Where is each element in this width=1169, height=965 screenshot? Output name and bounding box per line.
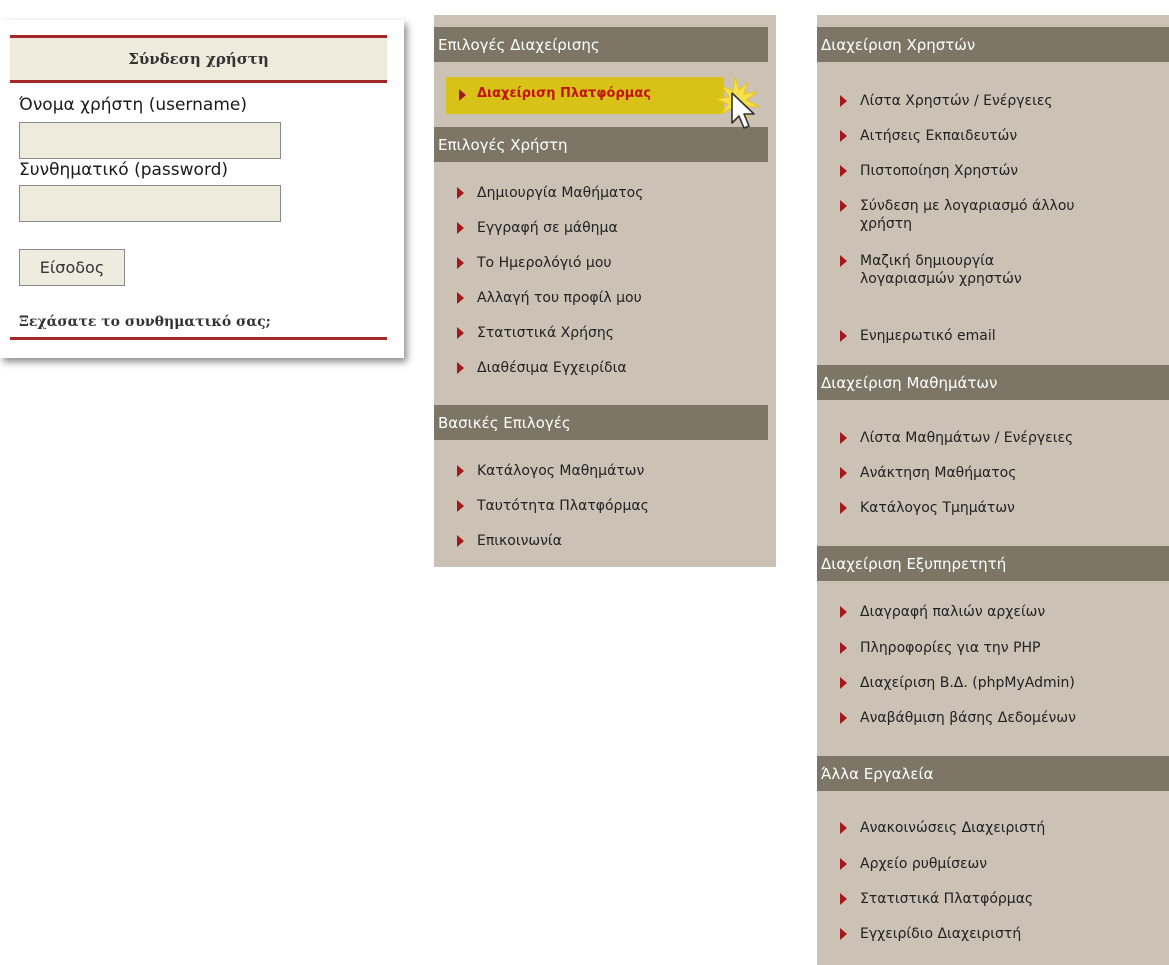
platform-admin-label: Διαχείριση Πλατφόρμας [477, 86, 651, 101]
arrow-icon [840, 95, 847, 107]
platform-admin-link[interactable]: Διαχείριση Πλατφόρμας [446, 77, 724, 114]
menu-item-platform-statistics[interactable]: Στατιστικά Πλατφόρμας [840, 890, 1033, 908]
basic-options-header: Βασικές Επιλογές [434, 405, 768, 440]
login-title: Σύνδεση χρήστη [128, 50, 269, 68]
menu-item-teacher-requests[interactable]: Αιτήσεις Εκπαιδευτών [840, 127, 1017, 145]
menu-item-course-restore[interactable]: Ανάκτηση Μαθήματος [840, 464, 1016, 482]
arrow-icon [840, 642, 847, 654]
other-tools-header: Άλλα Εργαλεία [817, 756, 1169, 791]
arrow-icon [840, 858, 847, 870]
arrow-icon [457, 500, 464, 512]
menu-item-admin-manual[interactable]: Εγχειρίδιο Διαχειριστή [840, 925, 1021, 943]
menu-item-my-calendar[interactable]: Το Ημερολόγιό μου [457, 254, 611, 272]
login-header: Σύνδεση χρήστη [10, 35, 387, 83]
menu-item-php-info[interactable]: Πληροφορίες για την PHP [840, 639, 1040, 657]
arrow-icon [840, 200, 847, 212]
mouse-pointer-icon [714, 76, 761, 129]
menu-item-admin-announcements[interactable]: Ανακοινώσεις Διαχειριστή [840, 819, 1045, 837]
menu-item-newsletter[interactable]: Ενημερωτικό email [840, 327, 996, 345]
arrow-icon [459, 89, 466, 101]
menu-item-department-catalog[interactable]: Κατάλογος Τμημάτων [840, 499, 1015, 517]
menu-item-usage-statistics[interactable]: Στατιστικά Χρήσης [457, 324, 614, 342]
menu-item-database-upgrade[interactable]: Αναβάθμιση βάσης Δεδομένων [840, 709, 1076, 727]
arrow-icon [457, 292, 464, 304]
arrow-icon [840, 130, 847, 142]
arrow-icon [840, 432, 847, 444]
menu-item-phpmyadmin[interactable]: Διαχείριση Β.Δ. (phpMyAdmin) [840, 674, 1075, 692]
menu-item-user-list[interactable]: Λίστα Χρηστών / Ενέργειες [840, 92, 1053, 110]
arrow-icon [457, 465, 464, 477]
arrow-icon [840, 893, 847, 905]
arrow-icon [457, 362, 464, 374]
password-label: Συνθηματικό (password) [19, 160, 229, 180]
forgot-password-link[interactable]: Ξεχάσατε το συνθηματικό σας; [19, 314, 271, 330]
arrow-icon [457, 187, 464, 199]
menu-item-course-list[interactable]: Λίστα Μαθημάτων / Ενέργειες [840, 429, 1073, 447]
password-input[interactable] [19, 185, 281, 222]
arrow-icon [457, 222, 464, 234]
menu-item-platform-identity[interactable]: Ταυτότητα Πλατφόρμας [457, 497, 649, 515]
server-admin-header: Διαχείριση Εξυπηρετητή [817, 546, 1169, 581]
login-panel: Σύνδεση χρήστη Όνομα χρήστη (username) Σ… [0, 20, 404, 358]
login-footer-divider [10, 337, 387, 340]
users-admin-header: Διαχείριση Χρηστών [817, 27, 1169, 62]
username-label: Όνομα χρήστη (username) [19, 95, 247, 115]
menu-item-config-file[interactable]: Αρχείο ρυθμίσεων [840, 855, 987, 873]
courses-admin-header: Διαχείριση Μαθημάτων [817, 365, 1169, 400]
menu-item-create-course[interactable]: Δημιουργία Μαθήματος [457, 184, 643, 202]
menu-item-contact[interactable]: Επικοινωνία [457, 532, 562, 550]
menu-item-edit-profile[interactable]: Αλλαγή του προφίλ μου [457, 289, 642, 307]
menu-item-bulk-user-creation[interactable]: Μαζική δημιουργία λογαριασμών χρηστών [840, 252, 1022, 288]
arrow-icon [840, 712, 847, 724]
username-input[interactable] [19, 122, 281, 159]
arrow-icon [840, 677, 847, 689]
arrow-icon [840, 330, 847, 342]
arrow-icon [840, 928, 847, 940]
arrow-icon [840, 467, 847, 479]
menu-item-login-as-user[interactable]: Σύνδεση με λογαριασμό άλλου χρήστη [840, 197, 1075, 233]
login-button[interactable]: Είσοδος [19, 249, 125, 286]
arrow-icon [840, 502, 847, 514]
menu-item-course-catalog[interactable]: Κατάλογος Μαθημάτων [457, 462, 644, 480]
menu-item-manuals[interactable]: Διαθέσιμα Εγχειρίδια [457, 359, 627, 377]
arrow-icon [840, 606, 847, 618]
arrow-icon [840, 822, 847, 834]
arrow-icon [457, 327, 464, 339]
arrow-icon [457, 535, 464, 547]
arrow-icon [840, 255, 847, 267]
arrow-icon [840, 165, 847, 177]
menu-item-delete-old-files[interactable]: Διαγραφή παλιών αρχείων [840, 603, 1045, 621]
admin-options-header: Επιλογές Διαχείρισης [434, 27, 768, 62]
menu-item-user-verification[interactable]: Πιστοποίηση Χρηστών [840, 162, 1018, 180]
menu-item-course-registration[interactable]: Εγγραφή σε μάθημα [457, 219, 618, 237]
arrow-icon [457, 257, 464, 269]
admin-tools-menu: Διαχείριση Χρηστών Λίστα Χρηστών / Ενέργ… [817, 15, 1169, 965]
